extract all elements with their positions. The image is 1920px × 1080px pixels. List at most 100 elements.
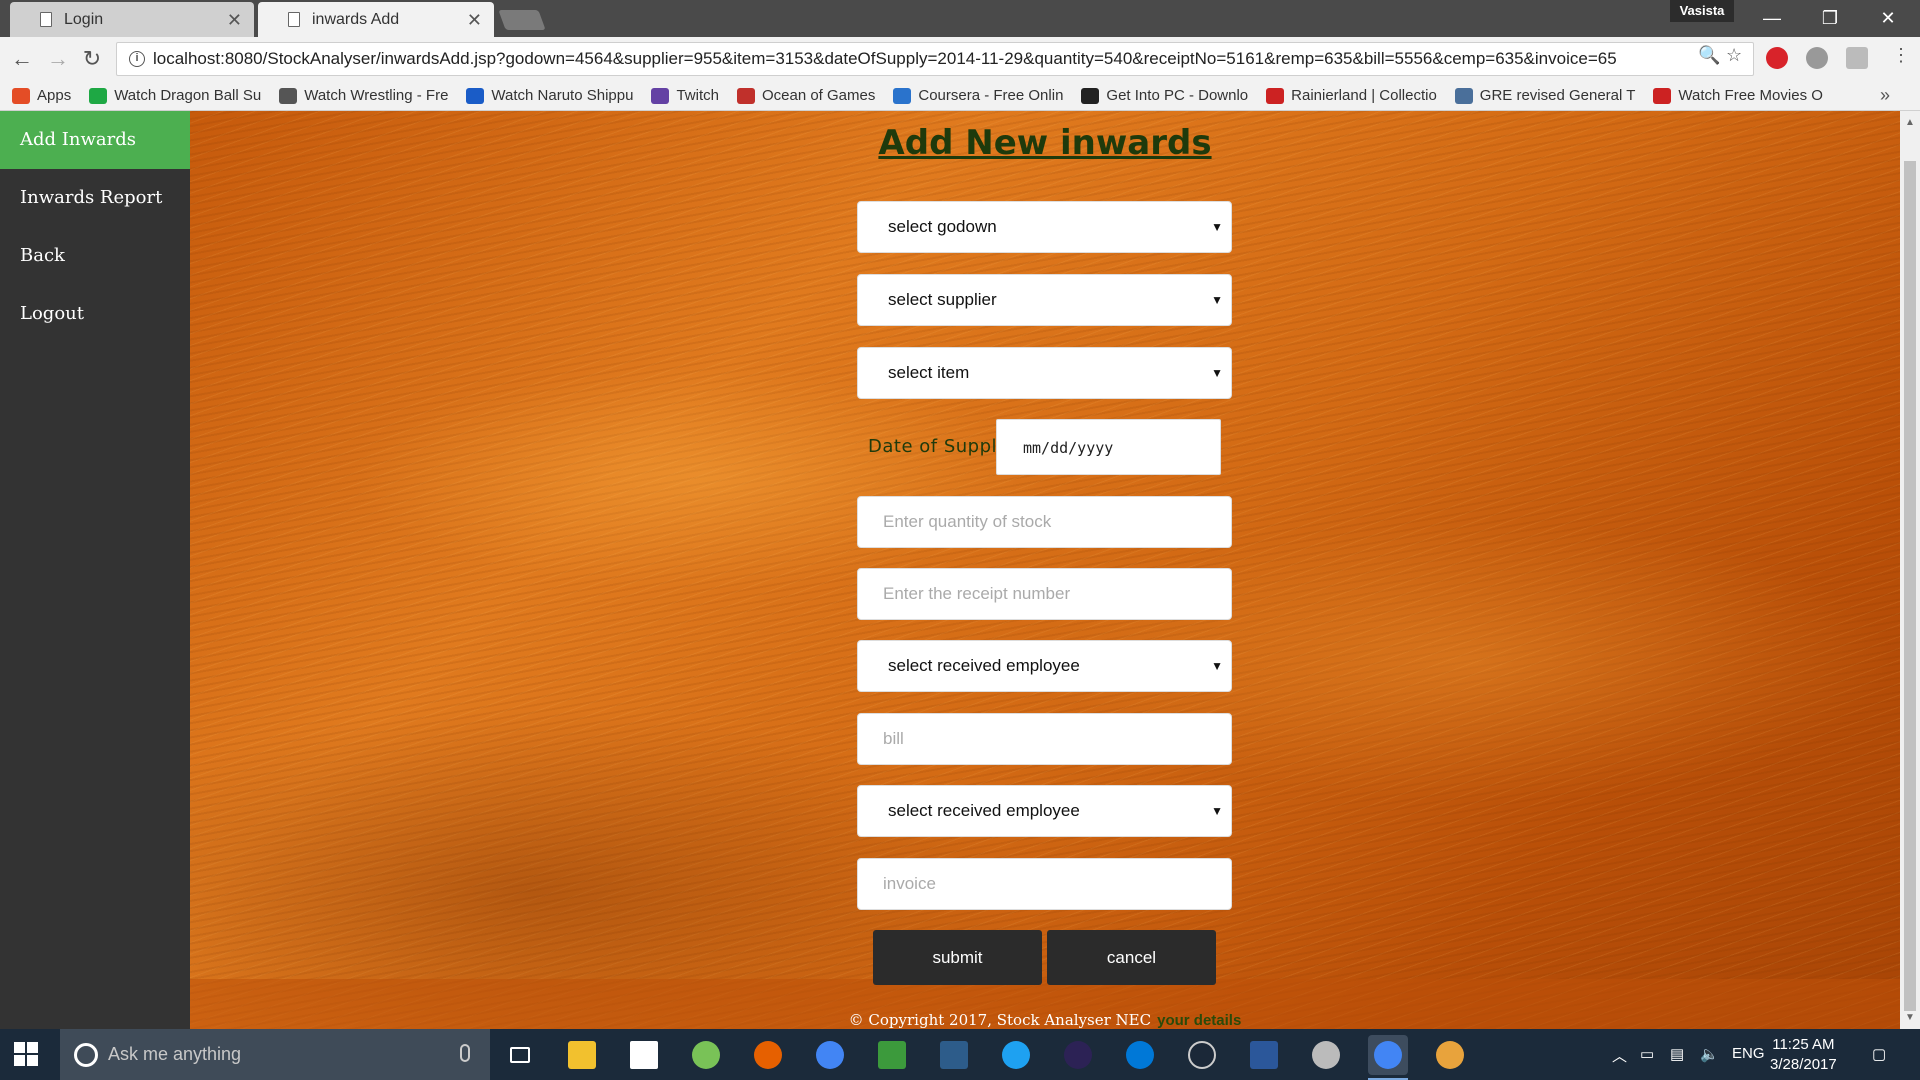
bookmark-label: Watch Dragon Ball Su [114,87,262,104]
profile-name[interactable]: Vasista [1670,0,1734,22]
store-icon[interactable] [624,1035,664,1075]
quantity-input[interactable]: Enter quantity of stock [857,496,1232,548]
clock[interactable]: 11:25 AM 3/28/2017 [1770,1035,1837,1075]
page-scrollbar[interactable]: ▲ ▼ [1900,111,1920,1029]
network-icon[interactable]: ▤ [1670,1045,1684,1063]
date-of-supply-input[interactable]: mm/dd/yyyy [996,419,1221,475]
cemp-select[interactable]: select received employee ▼ [857,785,1232,837]
bookmark-item[interactable]: Ocean of Games [736,87,875,104]
battery-icon[interactable]: ▭ [1640,1045,1654,1063]
received-employee-select[interactable]: select received employee ▼ [857,640,1232,692]
chrome-active-icon[interactable] [1368,1035,1408,1080]
task-view-icon[interactable] [500,1035,540,1075]
sidebar-item-logout[interactable]: Logout [0,285,190,343]
bill-input[interactable]: bill [857,713,1232,765]
tab-login[interactable]: Login ✕ [10,2,254,37]
your-details-link[interactable]: your details [1157,1012,1241,1029]
app-icon[interactable] [934,1035,974,1075]
url-text[interactable]: localhost:8080/StockAnalyser/inwardsAdd.… [153,49,1683,69]
menu-icon[interactable]: ⋮ [1892,45,1910,66]
star-icon[interactable]: ☆ [1726,45,1742,66]
volume-icon[interactable]: 🔈 [1700,1045,1719,1063]
adblock-icon[interactable] [1766,47,1788,69]
notifications-icon[interactable]: ▢ [1872,1045,1886,1063]
page-icon [288,12,300,27]
bookmark-label: Watch Naruto Shippu [491,87,634,104]
info-icon[interactable]: i [129,51,145,67]
file-explorer-icon[interactable] [562,1035,602,1075]
item-select-value: select item [888,363,970,382]
paint-icon[interactable] [1430,1035,1470,1075]
reload-icon[interactable]: ↻ [78,45,106,73]
extension-icon[interactable] [1846,47,1868,69]
close-icon[interactable]: ✕ [467,10,482,31]
sidebar-item-inwards-report[interactable]: Inwards Report [0,169,190,227]
android-studio-icon[interactable] [686,1035,726,1075]
bookmark-item[interactable]: Watch Dragon Ball Su [89,87,261,104]
chrome-icon[interactable] [810,1035,850,1075]
clock-time: 11:25 AM [1772,1036,1835,1053]
eclipse-icon[interactable] [1058,1035,1098,1075]
bookmark-icon [1454,87,1473,104]
language-indicator[interactable]: ENG [1732,1045,1765,1062]
cortana-search-box[interactable]: Ask me anything [60,1029,490,1080]
bookmark-item[interactable]: Watch Naruto Shippu [466,87,633,104]
bookmark-item[interactable]: GRE revised General T [1454,87,1635,104]
tab-bar: Login ✕ inwards Add ✕ Vasista — ❐ ✕ [0,0,1920,37]
copyright-text: © Copyright 2017, Stock Analyser NEC [848,1011,1152,1029]
cortana-icon [74,1042,98,1067]
sidebar-item-back[interactable]: Back [0,227,190,285]
bookmark-item[interactable]: Coursera - Free Onlin [893,87,1063,104]
scroll-down-icon[interactable]: ▼ [1905,1012,1915,1023]
bookmark-item[interactable]: Twitch [651,87,719,104]
sidebar-item-add-inwards[interactable]: Add Inwards [0,111,190,169]
cancel-button[interactable]: cancel [1047,930,1216,985]
back-icon[interactable]: ← [8,45,36,73]
restore-icon[interactable]: ❐ [1810,4,1850,32]
address-bar[interactable]: i localhost:8080/StockAnalyser/inwardsAd… [116,42,1754,76]
window-close-icon[interactable]: ✕ [1868,4,1908,32]
bookmark-item[interactable]: Watch Free Movies O [1653,87,1823,104]
new-tab-button[interactable] [498,10,546,30]
tab-inwards-add[interactable]: inwards Add ✕ [258,2,494,37]
steam-icon[interactable] [1182,1035,1222,1075]
godown-select[interactable]: select godown ▼ [857,201,1232,253]
minimize-icon[interactable]: — [1752,4,1792,32]
bookmarks-overflow-icon[interactable]: » [1880,85,1890,106]
bookmark-item[interactable]: Rainierland | Collectio [1266,87,1437,104]
bookmark-item[interactable]: Get Into PC - Downlo [1081,87,1248,104]
supplier-select-value: select supplier [888,290,997,309]
scroll-up-icon[interactable]: ▲ [1905,117,1915,128]
bookmark-label: Watch Free Movies O [1678,87,1823,104]
zoom-icon[interactable]: 🔍 [1698,45,1720,66]
app-icon[interactable] [872,1035,912,1075]
edge-icon[interactable] [1120,1035,1160,1075]
extension-icon[interactable] [1806,47,1828,69]
chevron-up-icon[interactable]: ︿ [1612,1045,1627,1066]
bookmark-icon [736,87,755,104]
apps-icon [12,87,30,104]
forward-icon[interactable]: → [44,45,72,73]
windows-taskbar: Ask me anything ︿ ▭ ▤ 🔈 ENG 11:25 AM 3/2… [0,1029,1920,1080]
main-content: Add New inwards select godown ▼ select s… [190,111,1900,1029]
footer: © Copyright 2017, Stock Analyser NEC your… [190,1011,1900,1029]
receipt-number-input[interactable]: Enter the receipt number [857,568,1232,620]
bookmark-icon [1266,87,1285,104]
word-icon[interactable] [1244,1035,1284,1075]
item-select[interactable]: select item ▼ [857,347,1232,399]
microphone-icon[interactable] [460,1044,470,1062]
bookmark-label: Apps [37,87,72,104]
gear-icon[interactable] [1306,1035,1346,1075]
supplier-select[interactable]: select supplier ▼ [857,274,1232,326]
windows-start-icon[interactable] [14,1042,38,1066]
submit-button[interactable]: submit [873,930,1042,985]
bookmark-item[interactable]: Watch Wrestling - Fre [279,87,448,104]
clock-date: 3/28/2017 [1770,1056,1837,1073]
bookmark-label: Rainierland | Collectio [1291,87,1437,104]
internet-explorer-icon[interactable] [996,1035,1036,1075]
invoice-input[interactable]: invoice [857,858,1232,910]
close-icon[interactable]: ✕ [227,10,242,31]
scrollbar-thumb[interactable] [1904,161,1916,1011]
bookmark-apps[interactable]: Apps [12,87,71,104]
firefox-icon[interactable] [748,1035,788,1075]
